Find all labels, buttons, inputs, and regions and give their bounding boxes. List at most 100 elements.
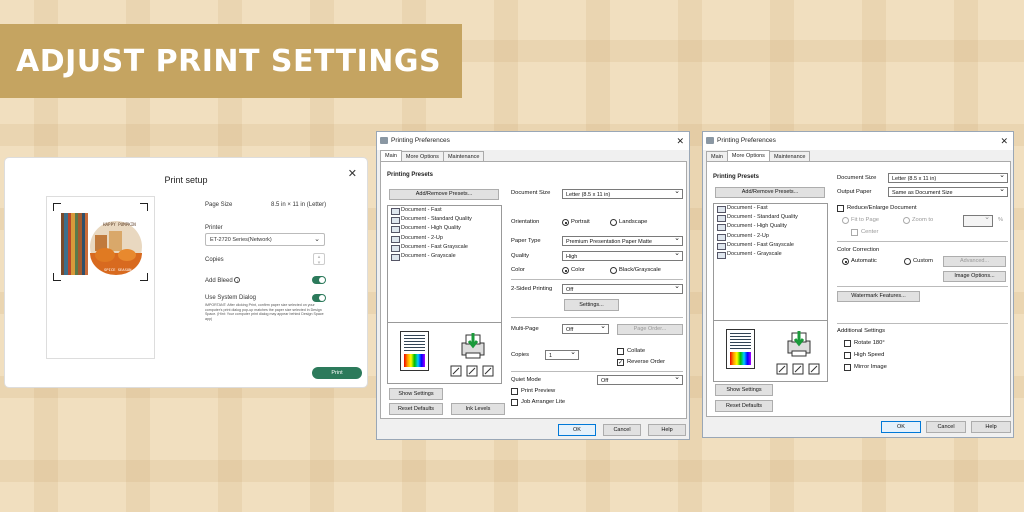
preset-item[interactable]: Document - Standard Quality <box>388 215 501 225</box>
tab-panel: Printing Presets Add/Remove Presets... D… <box>706 161 1011 417</box>
tab-more-options[interactable]: More Options <box>400 151 444 161</box>
high-speed-checkbox[interactable] <box>844 352 851 359</box>
preset-item[interactable]: Document - Fast <box>388 206 501 216</box>
preset-item[interactable]: Document - Grayscale <box>714 250 827 260</box>
title-bar: Printing Preferences ✕ <box>703 132 1013 150</box>
automatic-radio[interactable] <box>842 258 849 265</box>
fit-to-page-radio[interactable] <box>842 217 849 224</box>
zoom-to-radio[interactable] <box>903 217 910 224</box>
two-sided-select[interactable]: Off <box>562 283 683 294</box>
settings-button[interactable]: Settings... <box>564 299 619 311</box>
cancel-button[interactable]: Cancel <box>926 421 966 433</box>
crop-mark-icon <box>53 203 61 211</box>
banner-title: ADJUST PRINT SETTINGS <box>16 43 442 79</box>
printer-label: Printer <box>205 225 223 231</box>
ok-button[interactable]: OK <box>558 424 596 436</box>
quality-select[interactable]: High <box>562 250 683 261</box>
collate-checkbox[interactable] <box>617 348 624 355</box>
divider <box>511 371 683 372</box>
banner: ADJUST PRINT SETTINGS <box>0 24 462 98</box>
preset-item[interactable]: Document - Fast <box>714 204 827 214</box>
preset-item[interactable]: Document - High Quality <box>714 222 827 232</box>
page-stack-icon <box>450 365 494 377</box>
divider <box>511 317 683 318</box>
job-arranger-checkbox[interactable] <box>511 399 518 406</box>
print-preview-label: Print Preview <box>521 388 556 394</box>
tab-main[interactable]: Main <box>380 150 402 161</box>
color-radio[interactable] <box>562 267 569 274</box>
title-bar: Printing Preferences ✕ <box>377 132 689 150</box>
cancel-button[interactable]: Cancel <box>603 424 641 436</box>
close-icon[interactable]: ✕ <box>676 132 684 150</box>
color-option-label: Color <box>571 267 585 273</box>
info-icon: i <box>234 277 241 283</box>
custom-radio[interactable] <box>904 258 911 265</box>
paper-type-select[interactable]: Premium Presentation Paper Matte <box>562 235 683 246</box>
advanced-button[interactable]: Advanced... <box>943 256 1006 267</box>
divider <box>837 286 1008 287</box>
crop-mark-icon <box>53 273 61 281</box>
reset-defaults-button[interactable]: Reset Defaults <box>715 400 773 412</box>
preset-item[interactable]: Document - High Quality <box>388 224 501 234</box>
tab-maintenance[interactable]: Maintenance <box>442 151 485 161</box>
copies-input[interactable]: 1 <box>545 349 579 360</box>
ink-levels-button[interactable]: Ink Levels <box>451 403 505 415</box>
zoom-percent-input[interactable] <box>963 214 993 227</box>
document-size-select[interactable]: Letter (8.5 x 11 in) <box>562 188 683 199</box>
landscape-label: Landscape <box>619 219 648 225</box>
reset-defaults-button[interactable]: Reset Defaults <box>389 403 443 415</box>
print-preview-checkbox[interactable] <box>511 388 518 395</box>
image-options-button[interactable]: Image Options... <box>943 271 1006 282</box>
show-settings-button[interactable]: Show Settings <box>389 388 443 400</box>
output-paper-select[interactable]: Same as Document Size <box>888 186 1008 197</box>
print-preview: HAPPY PUMPKIN SPICE SEASON <box>46 196 155 359</box>
document-preview-icon <box>400 331 429 371</box>
preset-item[interactable]: Document - Standard Quality <box>714 213 827 223</box>
watermark-features-button[interactable]: Watermark Features... <box>837 291 920 302</box>
printer-icon <box>380 137 388 144</box>
center-checkbox[interactable] <box>851 229 858 236</box>
two-sided-label: 2-Sided Printing <box>511 286 553 292</box>
reverse-order-checkbox[interactable]: ✓ <box>617 359 624 366</box>
help-button[interactable]: Help <box>971 421 1011 433</box>
add-bleed-toggle[interactable] <box>312 276 326 284</box>
multi-page-select[interactable]: Off <box>562 323 609 334</box>
document-preview-icon <box>726 329 755 369</box>
add-remove-presets-button[interactable]: Add/Remove Presets... <box>389 189 499 200</box>
window-title: Printing Preferences <box>717 137 776 144</box>
close-icon[interactable]: ✕ <box>348 167 357 180</box>
printer-select[interactable]: ET-2720 Series(Network) ⌄ <box>205 233 325 246</box>
tab-main[interactable]: Main <box>706 151 728 161</box>
tab-maintenance[interactable]: Maintenance <box>768 151 811 161</box>
reduce-enlarge-checkbox[interactable] <box>837 205 844 212</box>
print-button[interactable]: Print <box>312 367 362 379</box>
preset-item[interactable]: Document - 2-Up <box>388 234 501 243</box>
add-remove-presets-button[interactable]: Add/Remove Presets... <box>715 187 825 198</box>
landscape-radio[interactable] <box>610 219 617 226</box>
black-grayscale-radio[interactable] <box>610 267 617 274</box>
system-dialog-toggle[interactable] <box>312 294 326 302</box>
show-settings-button[interactable]: Show Settings <box>715 384 773 396</box>
mirror-image-checkbox[interactable] <box>844 364 851 371</box>
mirror-image-label: Mirror Image <box>854 364 887 370</box>
close-icon[interactable]: ✕ <box>1000 132 1008 150</box>
crop-mark-icon <box>140 203 148 211</box>
document-size-select[interactable]: Letter (8.5 x 11 in) <box>888 172 1008 183</box>
ok-button[interactable]: OK <box>881 421 921 433</box>
printer-feed-icon <box>787 331 811 357</box>
copies-stepper[interactable]: ▴ ▾ <box>313 253 325 266</box>
preset-item[interactable]: Document - Fast Grayscale <box>388 243 501 252</box>
preset-item[interactable]: Document - Grayscale <box>388 252 501 262</box>
page-order-button[interactable]: Page Order... <box>617 324 683 335</box>
fit-to-page-label: Fit to Page <box>851 217 880 223</box>
rotate-180-checkbox[interactable] <box>844 340 851 347</box>
color-correction-label: Color Correction <box>837 247 880 253</box>
help-button[interactable]: Help <box>648 424 686 436</box>
tab-more-options[interactable]: More Options <box>726 150 770 161</box>
collate-label: Collate <box>627 348 646 354</box>
portrait-radio[interactable] <box>562 219 569 226</box>
preset-item[interactable]: Document - Fast Grayscale <box>714 241 827 250</box>
quiet-mode-select[interactable]: Off <box>597 374 683 385</box>
preset-item[interactable]: Document - 2-Up <box>714 232 827 241</box>
printer-value: ET-2720 Series(Network) <box>210 237 272 243</box>
